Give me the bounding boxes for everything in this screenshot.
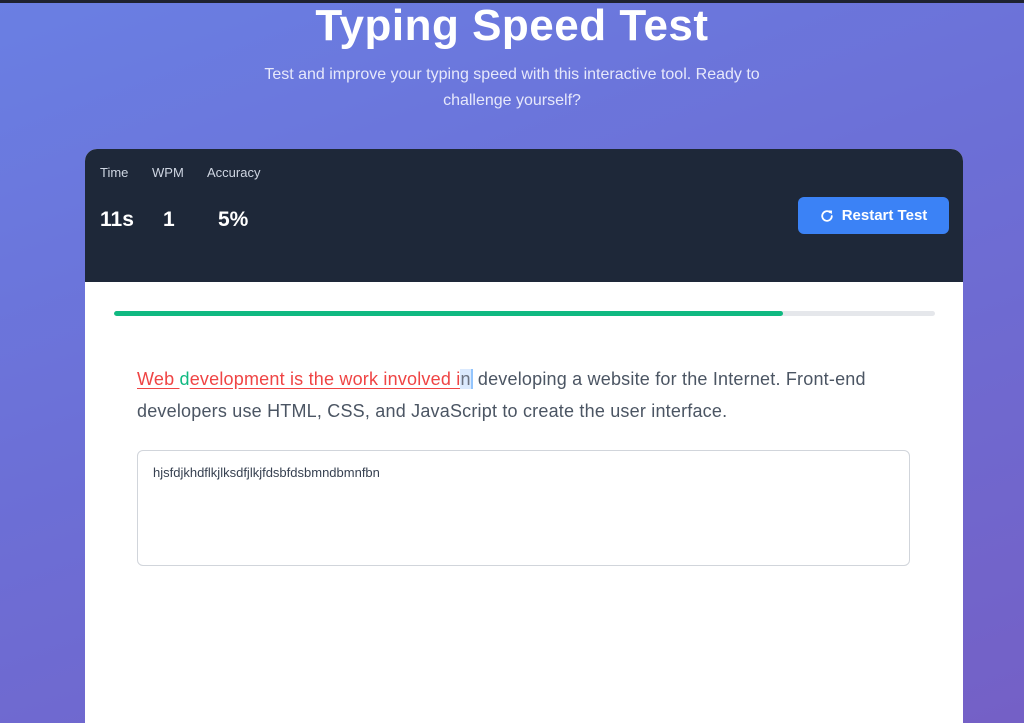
accuracy-label: Accuracy (207, 165, 261, 180)
typing-test-card: Time 11s WPM 1 Accuracy 5% Restart Test … (85, 149, 963, 723)
stats-bar: Time 11s WPM 1 Accuracy 5% Restart Test (85, 149, 963, 282)
wpm-label: WPM (152, 165, 184, 180)
stat-accuracy: Accuracy 5% (207, 165, 260, 233)
page-title: Typing Speed Test (315, 1, 709, 50)
time-label: Time (100, 165, 129, 180)
stat-wpm: WPM 1 (152, 165, 184, 233)
passage-segment-incorrect: evelopment is the work involved i (189, 369, 461, 389)
passage-segment-correct: d (179, 369, 190, 389)
time-value: 11s (100, 208, 134, 231)
wpm-value: 1 (163, 208, 175, 231)
stat-time: Time 11s (100, 165, 134, 233)
progress-fill (114, 311, 784, 316)
typing-input[interactable]: hjsfdjkhdflkjlksdfjlkjfdsbfdsbmndbmnfbn (137, 450, 910, 566)
accuracy-value: 5% (218, 208, 249, 231)
passage-text: Web development is the work involved in … (137, 363, 927, 427)
progress-bar (114, 311, 935, 316)
passage-segment-incorrect: Web (137, 369, 180, 389)
passage-segment-current: n (460, 369, 473, 389)
rotate-icon (821, 209, 833, 222)
restart-test-button[interactable]: Restart Test (798, 197, 949, 234)
restart-button-label: Restart Test (841, 207, 928, 224)
page-subtitle: Test and improve your typing speed with … (264, 66, 760, 109)
